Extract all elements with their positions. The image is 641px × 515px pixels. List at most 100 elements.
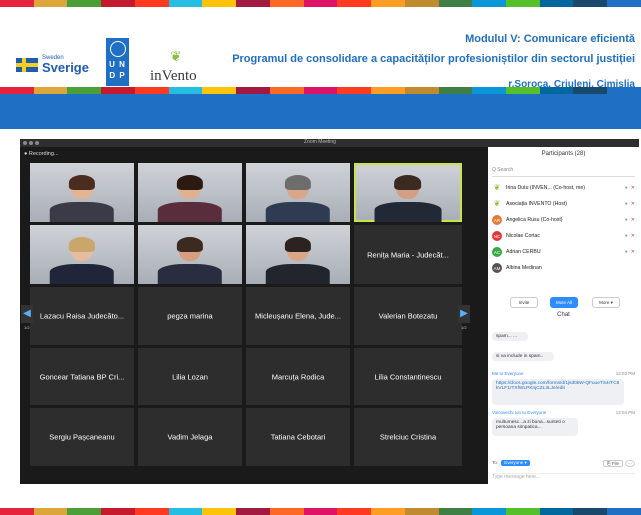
page-indicator-right: 1/2 — [461, 325, 467, 330]
participant-tile[interactable]: Tatiana Cebotari — [246, 408, 350, 466]
participant-tile[interactable]: Lilia Lozan — [138, 348, 242, 405]
invento-leaf-avatar-icon: ❦ — [493, 183, 501, 192]
participant-tile[interactable]: Sergiu Pașcaneanu — [30, 408, 134, 466]
participant-row-name: Angelica Rusu (Co-host) — [506, 217, 563, 223]
participant-tile[interactable]: Goncear Tatiana BP Cri... — [30, 348, 134, 405]
stripe-segment — [607, 87, 641, 94]
stripe-segment — [101, 508, 135, 515]
stripe-segment — [371, 0, 405, 7]
file-button[interactable]: ⎘ File — [602, 460, 623, 467]
participant-name: Strelciuc Cristina — [379, 432, 437, 442]
stripe-segment — [303, 0, 338, 7]
participant-name: Micleușanu Elena, Jude... — [255, 311, 341, 321]
video-off-icon[interactable]: ✕ — [631, 201, 635, 207]
video-off-icon[interactable]: ✕ — [631, 217, 635, 223]
participant-tile[interactable]: Marcuța Rodica — [246, 348, 350, 405]
participant-row[interactable]: AR Angelica Rusu (Co-host) ● ✕ — [492, 213, 635, 227]
participant-row[interactable]: AC Adrian CERBU ● ✕ — [492, 245, 635, 259]
recording-label: Recording... — [28, 151, 59, 157]
window-title: Zoom Meeting — [304, 139, 336, 145]
recording-indicator[interactable]: ● Recording... — [24, 151, 59, 157]
video-tile[interactable] — [138, 163, 242, 222]
participant-tile[interactable]: Valerian Botezatu — [354, 287, 462, 345]
stripe-segment — [303, 508, 338, 515]
maximize-window-dot[interactable] — [35, 141, 39, 145]
participant-tile[interactable]: Lilia Constantinescu — [354, 348, 462, 405]
participant-row[interactable]: ❦ Irina Dutu (INVEN... (Co-host, me) ● ✕ — [492, 181, 635, 195]
chat-message: si va include in spam.. — [492, 352, 554, 361]
undp-logo: U N D P — [106, 38, 129, 86]
previous-page-arrow-icon[interactable]: ◀ — [21, 305, 33, 323]
stripe-segment — [269, 87, 304, 94]
stripe-segment — [371, 508, 405, 515]
stripe-segment — [573, 508, 608, 515]
microphone-icon[interactable]: ● — [625, 233, 628, 239]
stripe-segment — [67, 87, 102, 94]
stripe-segment — [539, 87, 574, 94]
stripe-segment — [134, 87, 169, 94]
video-tile[interactable] — [246, 163, 350, 222]
close-window-dot[interactable] — [23, 141, 27, 145]
stripe-segment — [33, 87, 68, 94]
chat-sender: Voicovechi Ion to Everyone 12:04 PM — [492, 410, 635, 415]
video-off-icon[interactable]: ✕ — [631, 249, 635, 255]
video-off-icon[interactable]: ✕ — [631, 185, 635, 191]
participant-tile[interactable]: Micleușanu Elena, Jude... — [246, 287, 350, 345]
video-tile[interactable] — [138, 225, 242, 284]
invento-logo: ❦ inVento — [150, 48, 210, 88]
video-off-icon[interactable]: ✕ — [631, 233, 635, 239]
participant-tile[interactable]: Vadim Jelaga — [138, 408, 242, 466]
participant-tile[interactable]: Lazacu Raisa Judecăto... — [30, 287, 134, 345]
chat-sender: Me to Everyone 12:03 PM — [492, 371, 635, 376]
stripe-segment — [472, 0, 507, 7]
stripe-segment — [472, 508, 507, 515]
video-tile[interactable] — [30, 163, 134, 222]
stripe-segment — [33, 508, 68, 515]
microphone-icon[interactable]: ● — [625, 185, 628, 191]
participant-tile[interactable]: Strelciuc Cristina — [354, 408, 462, 466]
microphone-icon[interactable]: ● — [625, 201, 628, 207]
participant-row[interactable]: ❦ Asociația INVENTO (Host) ● ✕ — [492, 197, 635, 211]
stripe-segment — [236, 87, 270, 94]
stripe-segment — [236, 508, 270, 515]
chat-message: spam... ... — [492, 332, 528, 341]
stripe-segment — [0, 0, 34, 7]
participant-row[interactable]: NC Nicolae Cortac ● ✕ — [492, 229, 635, 243]
stripe-segment — [506, 87, 540, 94]
microphone-icon[interactable]: ● — [625, 249, 628, 255]
video-tile[interactable] — [30, 225, 134, 284]
next-page-arrow-icon[interactable]: ▶ — [458, 305, 470, 323]
module-title: Modulul V: Comunicare eficientă — [465, 33, 635, 45]
participant-tile[interactable]: pegza marina — [138, 287, 242, 345]
stripe-segment — [573, 87, 608, 94]
chat-recipient-row: To: Everyone ▾ ⎘ File ··· — [492, 460, 635, 470]
participant-row-name: Irina Dutu (INVEN... (Co-host, me) — [506, 185, 585, 191]
undp-row2: D P — [109, 71, 126, 80]
participant-row[interactable]: AM Albina Medinan — [492, 261, 635, 275]
invite-button[interactable]: Invite — [510, 297, 538, 308]
chat-link[interactable]: https://docs.google.com/forms/d/1jsd0kW-… — [492, 379, 624, 405]
active-speaker-tile[interactable] — [354, 163, 462, 222]
chat-more-button[interactable]: ··· — [625, 460, 635, 467]
participant-tile[interactable]: Renița Maria - Judecăt... — [354, 225, 462, 284]
video-tile[interactable] — [246, 225, 350, 284]
participants-search-input[interactable]: Q Search — [492, 167, 635, 177]
sdg-color-stripe-bottom — [0, 508, 641, 515]
swedish-flag-icon — [16, 57, 38, 72]
stripe-segment — [539, 508, 574, 515]
stripe-segment — [506, 508, 540, 515]
microphone-icon[interactable]: ● — [625, 217, 628, 223]
stripe-segment — [202, 508, 237, 515]
chat-message-input[interactable]: Type message here... — [492, 473, 635, 483]
stripe-segment — [607, 0, 641, 7]
participants-header: Participants (28) — [541, 151, 586, 157]
stripe-segment — [404, 0, 439, 7]
invento-leaf-avatar-icon: ❦ — [493, 199, 501, 208]
minimize-window-dot[interactable] — [29, 141, 33, 145]
recipient-dropdown[interactable]: Everyone ▾ — [501, 460, 530, 466]
stripe-segment — [506, 0, 540, 7]
blue-band — [0, 94, 641, 129]
mute-all-button[interactable]: Mute All — [550, 297, 578, 308]
un-emblem-icon — [109, 41, 126, 57]
more-button[interactable]: More ▾ — [592, 297, 620, 308]
